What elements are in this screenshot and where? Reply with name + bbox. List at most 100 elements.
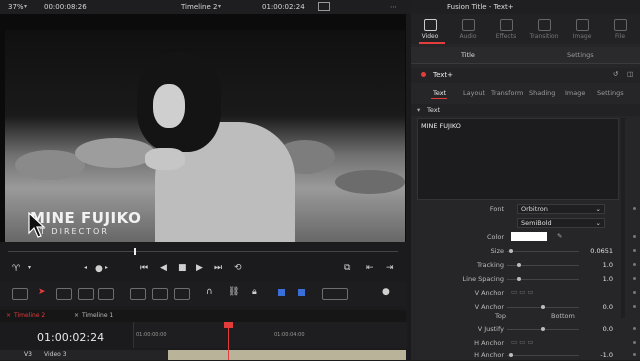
tab-timeline-2[interactable]: Timeline 2 xyxy=(14,312,45,319)
title-clip[interactable] xyxy=(168,350,406,360)
more-tools-icon[interactable]: ● xyxy=(382,288,390,297)
source-timecode: 00:00:08:26 xyxy=(44,3,87,11)
blade-icon[interactable] xyxy=(98,288,114,300)
subtab-transform[interactable]: Transform xyxy=(491,89,523,97)
eyedropper-icon[interactable]: ✎ xyxy=(557,232,562,240)
link-icon[interactable]: ⛓ xyxy=(228,288,239,297)
size-row: Size 0.0651 xyxy=(411,246,640,257)
viewer[interactable]: MINE FUJIKO T DIRECTOR xyxy=(0,14,406,242)
line-spacing-value[interactable]: 1.0 xyxy=(583,275,613,283)
tracking-row: Tracking 1.0 xyxy=(411,260,640,271)
skip-back-icon[interactable]: ⏮ xyxy=(140,264,148,273)
tab-effects[interactable]: Effects xyxy=(489,16,523,40)
chevron-down-icon[interactable]: ▾ xyxy=(218,3,221,10)
marker-icon[interactable] xyxy=(298,289,305,296)
tab-title[interactable]: Title xyxy=(461,51,475,59)
close-icon[interactable]: × xyxy=(74,312,79,319)
subtab-layout[interactable]: Layout xyxy=(463,89,485,97)
tab-settings[interactable]: Settings xyxy=(567,51,594,59)
zoom-level[interactable]: 37% xyxy=(8,3,24,11)
zoom-timeline-icon[interactable] xyxy=(322,288,348,300)
size-slider[interactable] xyxy=(507,249,579,253)
text-section-header[interactable]: ▾ Text xyxy=(411,104,640,116)
viewer-mode-icon[interactable] xyxy=(318,2,330,11)
overwrite-clip-icon[interactable] xyxy=(152,288,168,300)
v-justify-value[interactable]: 0.0 xyxy=(583,325,613,333)
line-spacing-slider[interactable] xyxy=(507,277,579,281)
v-anchor-row: V Anchor ▭ ▭ ▭ xyxy=(411,288,640,299)
chevron-down-icon[interactable]: ▾ xyxy=(417,106,420,114)
lock-icon[interactable]: 🔒︎ xyxy=(252,288,257,297)
inspector-tabs: Video Audio Effects Transition Image Fil… xyxy=(411,14,640,44)
track-name[interactable]: Video 3 xyxy=(44,351,67,358)
tab-transition[interactable]: Transition xyxy=(527,16,561,40)
track-label: V3 xyxy=(24,351,32,358)
jog-dot-icon[interactable]: ● xyxy=(95,265,103,274)
replace-clip-icon[interactable] xyxy=(174,288,190,300)
next-edit-icon[interactable]: ⇥ xyxy=(386,264,394,273)
v-justify-slider[interactable] xyxy=(507,327,579,331)
size-value[interactable]: 0.0651 xyxy=(583,247,613,255)
h-anchor-buttons[interactable]: ▭ ▭ ▭ xyxy=(511,338,534,346)
styled-text-input[interactable]: MINE FUJIKO xyxy=(417,118,619,200)
match-frame-icon[interactable]: ⧉ xyxy=(344,264,350,273)
tab-audio[interactable]: Audio xyxy=(451,16,485,40)
top-bottom-labels: Top Bottom xyxy=(495,312,575,320)
expand-icon[interactable]: ◫ xyxy=(627,70,633,78)
tab-image[interactable]: Image xyxy=(565,16,599,40)
anchor-buttons[interactable]: ▭ ▭ ▭ xyxy=(511,288,534,296)
dynamic-trim-icon[interactable] xyxy=(78,288,94,300)
h-anchor-value[interactable]: -1.0 xyxy=(583,351,613,359)
prev-edit-icon[interactable]: ⇤ xyxy=(366,264,374,273)
inspector-title-bar: Fusion Title - Text+ xyxy=(411,0,640,14)
font-style-select[interactable]: SemiBold ⌄ xyxy=(517,218,605,228)
tab-file[interactable]: File xyxy=(603,16,637,40)
reset-icon[interactable]: ↺ xyxy=(613,70,618,78)
stop-icon[interactable]: ■ xyxy=(178,264,187,273)
more-options-icon[interactable]: ⋯ xyxy=(390,3,397,11)
title-overlay-text[interactable]: MINE FUJIKO xyxy=(30,209,141,227)
node-header: Text+ ↺ ◫ xyxy=(411,68,640,83)
mouse-cursor-icon xyxy=(28,212,46,238)
chevron-down-icon[interactable]: ▾ xyxy=(28,265,31,271)
record-timecode: 01:00:02:24 xyxy=(262,3,305,11)
chevron-down-icon[interactable]: ▾ xyxy=(24,3,27,10)
skip-forward-icon[interactable]: ⏭ xyxy=(214,264,222,273)
scrub-handle[interactable] xyxy=(134,248,136,255)
inspector-panel: Fusion Title - Text+ Video Audio Effects… xyxy=(411,0,640,360)
layout-icon[interactable] xyxy=(12,288,28,300)
color-swatch[interactable] xyxy=(511,232,547,241)
close-icon[interactable]: × xyxy=(6,312,11,319)
loop-icon[interactable]: ⟲ xyxy=(234,264,242,273)
trim-edit-icon[interactable] xyxy=(56,288,72,300)
color-row: Color ✎ xyxy=(411,232,640,243)
v-anchor-value[interactable]: 0.0 xyxy=(583,303,613,311)
subtitle-overlay-text[interactable]: T DIRECTOR xyxy=(40,227,109,236)
play-reverse-icon[interactable]: ◀ xyxy=(160,264,167,273)
play-icon[interactable]: ▶ xyxy=(196,264,203,273)
tab-timeline-1[interactable]: Timeline 1 xyxy=(82,312,113,319)
insert-clip-icon[interactable] xyxy=(130,288,146,300)
jog-right-icon[interactable]: ▸ xyxy=(105,265,108,271)
snapping-icon[interactable]: ∩ xyxy=(206,288,213,297)
flag-icon[interactable] xyxy=(278,289,285,296)
h-anchor-slider[interactable] xyxy=(507,353,579,357)
jog-left-icon[interactable]: ◂ xyxy=(84,265,87,271)
selection-arrow-icon[interactable]: ➤ xyxy=(38,288,46,297)
audio-scrub-icon[interactable]: ♈ xyxy=(12,265,20,274)
v-anchor-slider[interactable] xyxy=(507,305,579,309)
timeline-name[interactable]: Timeline 2 xyxy=(181,3,217,11)
playhead[interactable] xyxy=(224,322,233,360)
text-subtabs: Text Layout Transform Shading Image Sett… xyxy=(411,86,640,100)
tab-video[interactable]: Video xyxy=(413,16,447,40)
subtab-image[interactable]: Image xyxy=(565,89,585,97)
subtab-shading[interactable]: Shading xyxy=(529,89,555,97)
node-enable-icon[interactable] xyxy=(421,72,426,77)
scrub-bar[interactable] xyxy=(0,242,406,256)
tracking-value[interactable]: 1.0 xyxy=(583,261,613,269)
subtab-text[interactable]: Text xyxy=(433,89,446,97)
tracking-slider[interactable] xyxy=(507,263,579,267)
font-select[interactable]: Orbitron ⌄ xyxy=(517,204,605,214)
subtab-settings[interactable]: Settings xyxy=(597,89,624,97)
timeline-ruler[interactable]: 01:00:00:00 01:00:04:00 xyxy=(133,322,407,348)
